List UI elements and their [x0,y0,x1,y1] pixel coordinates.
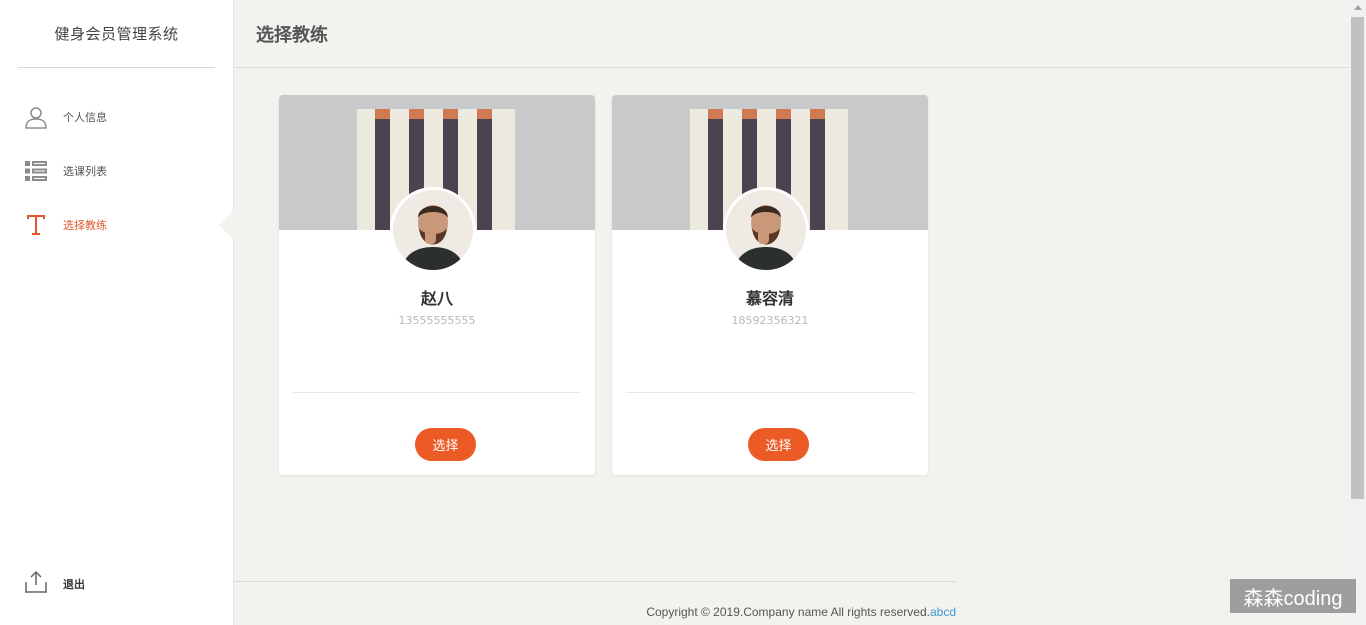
sidebar: 健身会员管理系统 个人信息 选课列表 选择教练 退出 [0,0,234,625]
sidebar-nav: 个人信息 选课列表 选择教练 [0,90,233,252]
select-coach-button[interactable]: 选择 [415,428,476,461]
upload-icon [24,570,48,598]
select-coach-button[interactable]: 选择 [748,428,809,461]
logout-label: 退出 [63,578,85,591]
scrollbar-thumb[interactable] [1351,17,1364,499]
sidebar-item-profile[interactable]: 个人信息 [0,90,233,144]
user-icon [24,105,48,129]
coach-phone: 18592356321 [731,314,809,327]
avatar [390,187,476,273]
footer-link[interactable]: abcd [930,605,956,619]
copyright-text: Copyright © 2019.Company name All rights… [646,605,930,619]
logout-button[interactable]: 退出 [0,569,85,599]
coach-name: 赵八 [420,289,453,308]
coach-name: 慕容清 [745,289,794,308]
page-header: 选择教练 [234,0,1350,68]
card-divider [293,392,581,393]
footer-divider [234,581,956,582]
avatar [723,187,809,273]
card-divider [626,392,914,393]
coach-phone: 13555555555 [398,314,476,327]
vertical-scrollbar[interactable] [1350,0,1366,625]
watermark: 森森coding [1230,579,1356,613]
coach-card: 赵八 13555555555 选择 [279,95,595,475]
sidebar-item-label: 个人信息 [63,111,107,124]
list-icon [24,159,48,183]
coach-card: 慕容清 18592356321 选择 [612,95,928,475]
sidebar-item-course-list[interactable]: 选课列表 [0,144,233,198]
text-t-icon [24,213,48,237]
sidebar-item-label: 选课列表 [63,165,107,178]
app-title: 健身会员管理系统 [18,0,215,68]
footer: Copyright © 2019.Company name All rights… [234,605,956,619]
page-title: 选择教练 [256,24,328,46]
sidebar-item-label: 选择教练 [63,219,107,232]
scroll-up-icon[interactable] [1354,5,1362,10]
sidebar-item-select-coach[interactable]: 选择教练 [0,198,233,252]
